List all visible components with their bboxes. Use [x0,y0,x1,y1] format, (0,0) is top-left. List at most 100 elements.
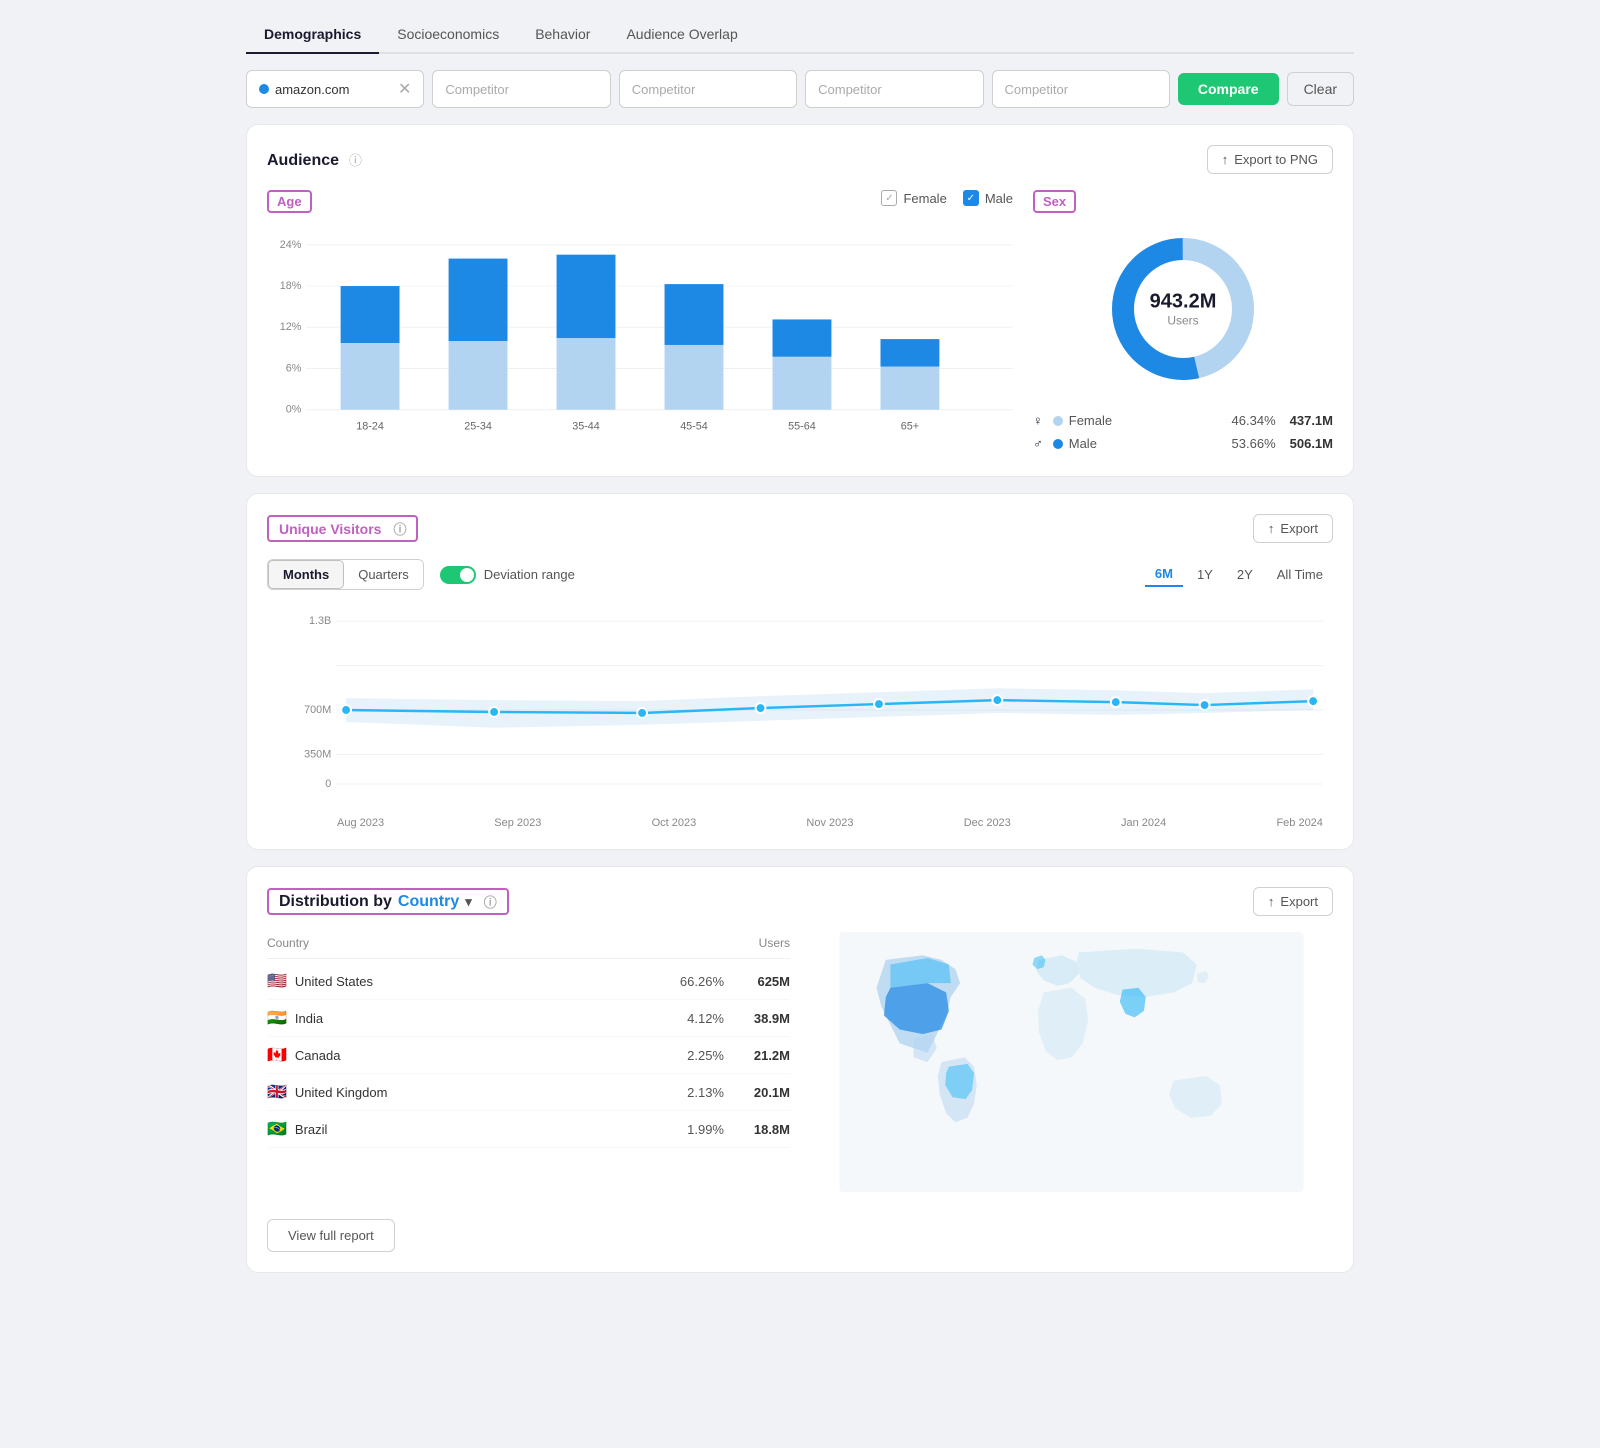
x-label-jan: Jan 2024 [1121,817,1166,829]
nav-demographics[interactable]: Demographics [246,16,379,54]
competitor-input-4[interactable]: Competitor [992,70,1170,108]
users-us: 625M [740,974,790,989]
x-label-feb: Feb 2024 [1276,817,1322,829]
male-checkbox[interactable]: ✓ [963,190,979,206]
dist-label-box: Distribution by Country ▾ ⓘ [267,888,509,915]
competitor-placeholder-4: Competitor [1005,82,1069,97]
quarters-button[interactable]: Quarters [344,560,423,589]
svg-text:18-24: 18-24 [356,420,384,432]
pct-us: 66.26% [680,974,724,989]
deviation-switch[interactable] [440,566,476,584]
line-chart-container: 1.3B 700M 350M 0 [277,610,1323,829]
export-icon: ↑ [1222,152,1229,167]
toggle-knob [460,568,474,582]
dist-country-link[interactable]: Country [398,893,459,911]
competitor-bar: amazon.com ✕ Competitor Competitor Compe… [246,70,1354,108]
svg-text:35-44: 35-44 [572,420,600,432]
range-all-time[interactable]: All Time [1267,562,1333,587]
table-row: 🇧🇷 Brazil 1.99% 18.8M [267,1111,790,1148]
competitor-placeholder-3: Competitor [818,82,882,97]
time-controls: Months Quarters Deviation range 6M 1Y 2Y… [267,559,1333,590]
clear-button[interactable]: Clear [1287,72,1354,106]
nav-audience-overlap[interactable]: Audience Overlap [608,16,755,54]
legend-male-label: Male [985,191,1013,206]
top-nav: Demographics Socioeconomics Behavior Aud… [246,16,1354,54]
dist-title-row: Distribution by Country ▾ ⓘ [267,888,509,915]
female-pct: 46.34% [1232,413,1276,428]
competitor-input-1[interactable]: Competitor [432,70,610,108]
audience-title: Audience [267,152,339,169]
competitor-placeholder-1: Competitor [445,82,509,97]
audience-header: Audience ⓘ ↑ Export to PNG [267,145,1333,174]
range-6m[interactable]: 6M [1145,562,1183,587]
sex-label: Sex [1033,190,1076,213]
sex-legend: ♀ Female 46.34% 437.1M ♂ Male 53.66% 506… [1033,409,1333,455]
country-table-section: Country Users 🇺🇸 United States 66.26% 62… [267,932,790,1195]
view-full-button[interactable]: View full report [267,1219,395,1252]
dist-export-button[interactable]: ↑ Export [1253,887,1333,916]
legend-female-label: Female [903,191,946,206]
country-br: Brazil [295,1122,687,1137]
country-in: India [295,1011,687,1026]
flag-br: 🇧🇷 [267,1119,287,1139]
uv-export-button[interactable]: ↑ Export [1253,514,1333,543]
legend-female: ✓ Female [881,190,946,206]
dist-info-icon[interactable]: ⓘ [484,892,497,911]
compare-button[interactable]: Compare [1178,73,1279,105]
country-us: United States [295,974,680,989]
dist-export-icon: ↑ [1268,894,1275,909]
male-gender-icon: ♂ [1033,436,1043,451]
flag-ca: 🇨🇦 [267,1045,287,1065]
dist-header: Distribution by Country ▾ ⓘ ↑ Export [267,887,1333,916]
svg-text:18%: 18% [280,280,302,292]
col-country: Country [267,936,759,950]
sex-row-male: ♂ Male 53.66% 506.1M [1033,432,1333,455]
export-png-button[interactable]: ↑ Export to PNG [1207,145,1333,174]
svg-text:12%: 12% [280,321,302,333]
audience-info-icon[interactable]: ⓘ [349,153,362,168]
svg-text:350M: 350M [304,748,331,760]
svg-text:6%: 6% [286,362,302,374]
svg-text:700M: 700M [304,704,331,716]
dist-dropdown-icon[interactable]: ▾ [465,894,472,910]
donut-center: 943.2M Users [1150,291,1217,328]
svg-text:65+: 65+ [901,420,919,432]
country-gb: United Kingdom [295,1085,687,1100]
unique-visitors-card: Unique Visitors ⓘ ↑ Export Months Quarte… [246,493,1354,850]
x-axis-labels: Aug 2023 Sep 2023 Oct 2023 Nov 2023 Dec … [277,817,1323,829]
female-name: Female [1069,413,1226,428]
uv-info-icon[interactable]: ⓘ [393,519,406,538]
range-1y[interactable]: 1Y [1187,562,1223,587]
dist-export-label: Export [1280,894,1318,909]
legend-male: ✓ Male [963,190,1013,206]
age-bar-chart: 24% 18% 12% 6% 0% 18-24 25-34 [267,233,1013,453]
table-header: Country Users [267,932,790,959]
domain-input[interactable]: amazon.com ✕ [246,70,424,108]
uv-export-icon: ↑ [1268,521,1275,536]
female-color-dot [1053,416,1063,426]
pct-gb: 2.13% [687,1085,724,1100]
svg-text:24%: 24% [280,239,302,251]
sex-section: Sex 943.2M Users [1033,190,1333,456]
donut-subtitle: Users [1150,314,1217,328]
users-ca: 21.2M [740,1048,790,1063]
competitor-input-2[interactable]: Competitor [619,70,797,108]
export-label: Export to PNG [1234,152,1318,167]
x-label-dec: Dec 2023 [964,817,1011,829]
nav-behavior[interactable]: Behavior [517,16,608,54]
users-br: 18.8M [740,1122,790,1137]
months-button[interactable]: Months [268,560,344,589]
female-checkbox[interactable]: ✓ [881,190,897,206]
domain-close-icon[interactable]: ✕ [398,79,411,99]
competitor-input-3[interactable]: Competitor [805,70,983,108]
range-2y[interactable]: 2Y [1227,562,1263,587]
female-gender-icon: ♀ [1033,413,1043,428]
deviation-toggle: Deviation range [440,566,575,584]
uv-export-label: Export [1280,521,1318,536]
time-range-buttons: 6M 1Y 2Y All Time [1145,562,1333,587]
nav-socioeconomics[interactable]: Socioeconomics [379,16,517,54]
age-label: Age [267,190,312,213]
table-row: 🇺🇸 United States 66.26% 625M [267,963,790,1000]
flag-gb: 🇬🇧 [267,1082,287,1102]
table-row: 🇬🇧 United Kingdom 2.13% 20.1M [267,1074,790,1111]
